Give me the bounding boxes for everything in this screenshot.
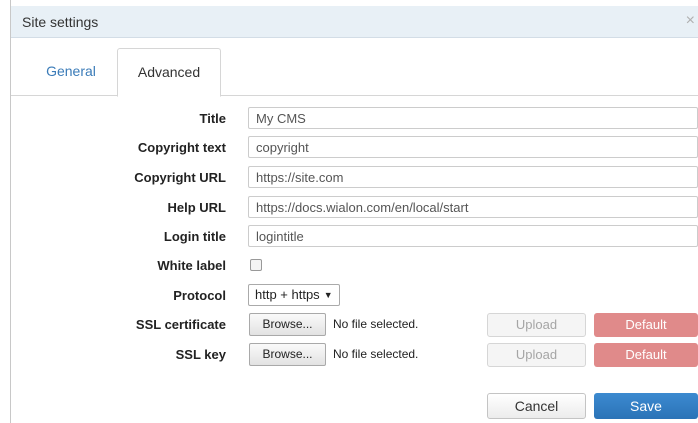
tab-bar: General Advanced [11,48,698,97]
save-button[interactable]: Save [594,393,698,419]
copyright-text-input[interactable] [248,136,698,158]
tab-advanced[interactable]: Advanced [117,48,221,97]
ssl-certificate-upload-button[interactable]: Upload [487,313,586,337]
copyright-text-label: Copyright text [137,140,226,155]
title-input[interactable] [248,107,698,129]
white-label-label: White label [157,258,226,273]
protocol-select-value: http + https [255,287,320,302]
chevron-down-icon: ▼ [323,290,333,300]
login-title-label: Login title [163,229,226,244]
ssl-key-upload-button[interactable]: Upload [487,343,586,367]
site-settings-dialog: Site settings × General Advanced Title C… [10,0,698,423]
ssl-key-file-status: No file selected. [333,347,419,361]
copyright-url-label: Copyright URL [134,170,226,185]
help-url-input[interactable] [248,196,698,218]
help-url-label: Help URL [167,200,227,215]
ssl-certificate-default-button[interactable]: Default [594,313,698,337]
dialog-titlebar: Site settings × [11,6,698,38]
close-icon[interactable]: × [686,13,695,29]
protocol-label: Protocol [173,288,226,303]
copyright-url-input[interactable] [248,166,698,188]
tab-general[interactable]: General [25,48,117,96]
title-label: Title [199,111,227,126]
ssl-certificate-file-status: No file selected. [333,317,419,331]
ssl-key-label: SSL key [175,347,226,362]
ssl-certificate-label: SSL certificate [135,317,226,332]
ssl-key-default-button[interactable]: Default [594,343,698,367]
login-title-input[interactable] [248,225,698,247]
ssl-key-browse-button[interactable]: Browse... [249,343,326,366]
dialog-title: Site settings [22,14,99,30]
white-label-checkbox[interactable] [250,259,262,271]
cancel-button[interactable]: Cancel [487,393,586,419]
protocol-select[interactable]: http + https ▼ [248,284,340,306]
ssl-certificate-browse-button[interactable]: Browse... [249,313,326,336]
